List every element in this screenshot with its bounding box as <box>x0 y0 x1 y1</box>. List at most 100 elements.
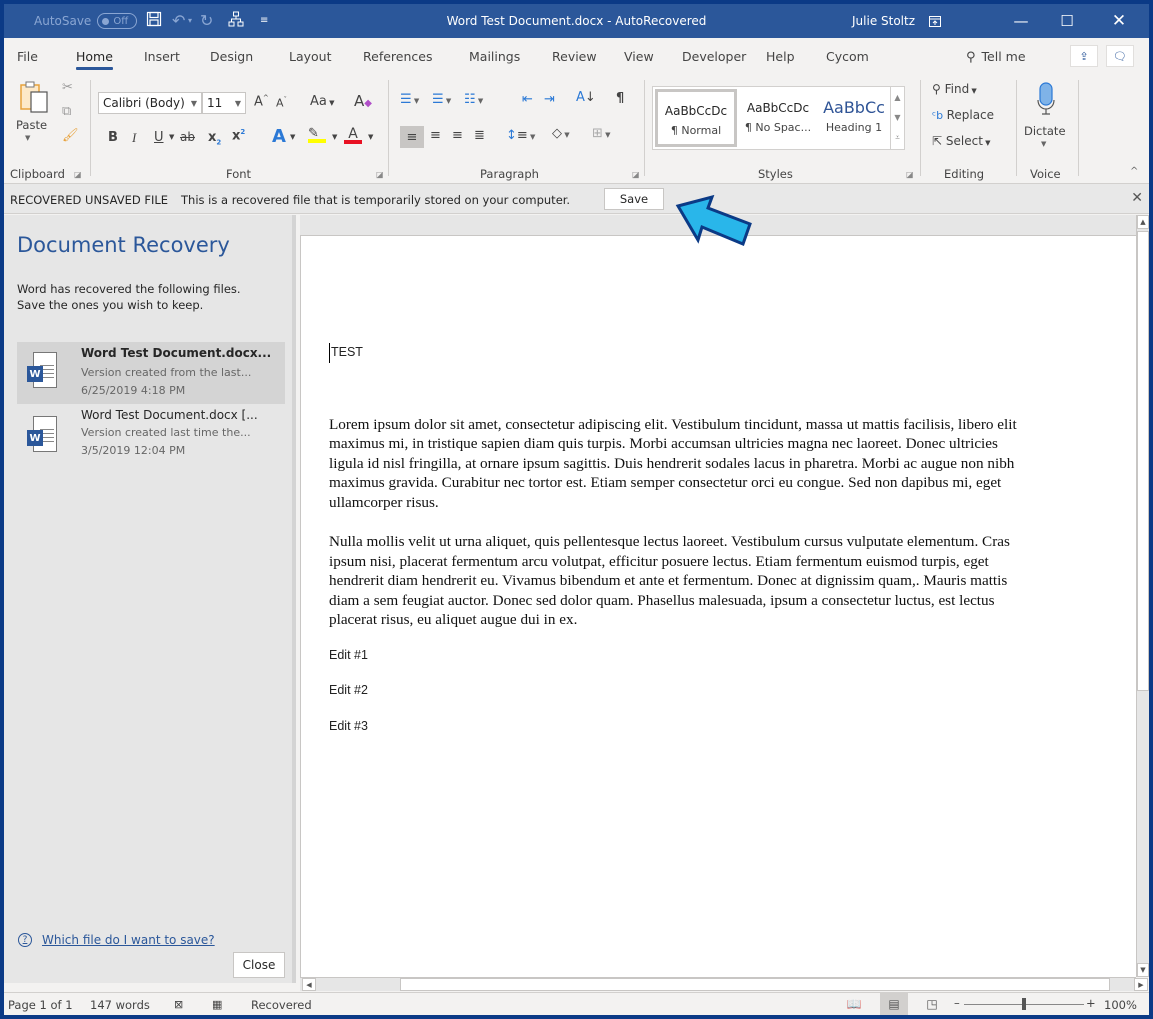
show-formatting-marks-icon[interactable]: ¶ <box>616 91 624 106</box>
clipboard-launcher-icon[interactable]: ◪ <box>74 170 82 179</box>
scroll-up-icon[interactable]: ▲ <box>1137 215 1149 229</box>
user-name[interactable]: Julie Stoltz <box>852 14 915 28</box>
undo-icon[interactable]: ↶ <box>172 11 185 30</box>
tab-review[interactable]: Review <box>552 49 597 64</box>
read-mode-icon[interactable]: 📖 <box>840 993 868 1015</box>
strikethrough-button[interactable]: ab <box>180 130 195 144</box>
find-button[interactable]: ⚲ Find ▼ <box>932 82 977 96</box>
select-button[interactable]: ⇱ Select ▼ <box>932 134 991 148</box>
font-launcher-icon[interactable]: ◪ <box>376 170 384 179</box>
numbering-icon[interactable]: ☰ ▼ <box>432 92 451 107</box>
paste-label[interactable]: Paste <box>16 118 47 132</box>
close-recovery-button[interactable]: Close <box>233 952 285 978</box>
horizontal-scrollbar[interactable]: ◀ ▶ <box>300 977 1148 991</box>
multilevel-list-icon[interactable]: ☷ ▼ <box>464 92 483 107</box>
style-no-spacing[interactable]: AaBbCcDc ¶ No Spac... <box>737 89 819 147</box>
vertical-scroll-thumb[interactable] <box>1137 231 1149 691</box>
shrink-font-icon[interactable]: Aˇ <box>276 96 287 110</box>
highlight-dropdown-icon[interactable]: ▼ <box>332 133 337 141</box>
word-count[interactable]: 147 words <box>90 998 150 1012</box>
paste-button[interactable] <box>18 80 52 118</box>
horizontal-scroll-thumb[interactable] <box>400 978 1110 991</box>
font-size-select[interactable]: 11 ▼ <box>202 92 246 114</box>
shading-icon[interactable]: ◇ ▼ <box>552 126 570 141</box>
tell-me-search[interactable]: ⚲ Tell me <box>966 49 1026 65</box>
recovered-file-item[interactable]: W Word Test Document.docx... Version cre… <box>17 342 285 404</box>
style-heading-1[interactable]: AaBbCc Heading 1 <box>819 89 889 147</box>
justify-button[interactable]: ≣ <box>474 128 485 143</box>
more-styles-icon[interactable]: ⩡ <box>895 133 900 143</box>
change-case-button[interactable]: Aa ▼ <box>310 94 334 109</box>
tab-help[interactable]: Help <box>766 49 795 64</box>
macro-recording-icon[interactable]: ▦ <box>212 998 222 1011</box>
copy-icon[interactable]: ⧉ <box>62 104 71 119</box>
dictate-label[interactable]: Dictate <box>1024 124 1066 138</box>
paragraph-launcher-icon[interactable]: ◪ <box>632 170 640 179</box>
replace-button[interactable]: ᶜb Replace <box>932 108 994 122</box>
recovered-file-item[interactable]: W Word Test Document.docx [... Version c… <box>17 406 285 468</box>
document-edit-line[interactable]: Edit #3 <box>329 717 1029 737</box>
font-name-select[interactable]: Calibri (Body) ▼ <box>98 92 202 114</box>
superscript-button[interactable]: x2 <box>232 128 245 143</box>
tab-view[interactable]: View <box>624 49 654 64</box>
document-heading[interactable]: TEST <box>329 343 1029 363</box>
zoom-level[interactable]: 100% <box>1104 998 1137 1012</box>
paste-dropdown-icon[interactable]: ▼ <box>25 134 30 142</box>
close-window-icon[interactable]: ✕ <box>1096 4 1142 38</box>
microphone-icon[interactable] <box>1036 82 1056 120</box>
collapse-ribbon-icon[interactable]: ^ <box>1130 166 1138 177</box>
dictate-dropdown-icon[interactable]: ▼ <box>1041 140 1046 148</box>
org-chart-icon[interactable] <box>228 11 244 31</box>
tab-cycom[interactable]: Cycom <box>826 49 869 64</box>
maximize-icon[interactable]: ☐ <box>1044 4 1090 38</box>
subscript-button[interactable]: x2 <box>208 130 221 147</box>
styles-gallery-scroll[interactable]: ▲ ▼ ⩡ <box>890 87 904 149</box>
underline-button[interactable]: U <box>154 130 164 145</box>
tab-layout[interactable]: Layout <box>289 49 332 64</box>
align-center-button[interactable]: ≡ <box>430 128 441 143</box>
tab-file[interactable]: File <box>17 49 38 64</box>
zoom-out-button[interactable]: – <box>954 996 960 1010</box>
autosave-toggle[interactable]: AutoSave Off <box>34 13 138 29</box>
format-painter-icon[interactable]: 🖌 <box>62 128 79 143</box>
tab-references[interactable]: References <box>363 49 432 64</box>
text-effects-icon[interactable]: A <box>272 126 286 147</box>
tab-mailings[interactable]: Mailings <box>469 49 520 64</box>
tab-design[interactable]: Design <box>210 49 253 64</box>
document-paragraph-1[interactable]: Lorem ipsum dolor sit amet, consectetur … <box>329 415 1029 513</box>
autosave-switch[interactable]: Off <box>97 13 138 29</box>
scroll-down-icon[interactable]: ▼ <box>894 113 900 122</box>
align-right-button[interactable]: ≡ <box>452 128 463 143</box>
comments-button[interactable]: 🗨 <box>1106 45 1134 67</box>
zoom-in-button[interactable]: + <box>1086 996 1096 1010</box>
tab-home[interactable]: Home <box>76 49 113 70</box>
web-layout-icon[interactable]: ◳ <box>918 993 946 1015</box>
sort-icon[interactable]: A↓ <box>576 90 596 105</box>
scroll-down-icon[interactable]: ▼ <box>1137 963 1149 977</box>
cut-icon[interactable]: ✂ <box>62 80 73 95</box>
grow-font-icon[interactable]: A^ <box>254 94 269 109</box>
minimize-icon[interactable]: — <box>998 4 1044 38</box>
document-edit-line[interactable]: Edit #2 <box>329 681 1029 701</box>
highlight-color-button[interactable]: ✎ <box>308 126 326 143</box>
save-button[interactable]: Save <box>604 188 664 210</box>
styles-launcher-icon[interactable]: ◪ <box>906 170 914 179</box>
proofing-icon[interactable]: ⊠ <box>174 998 183 1011</box>
close-message-bar-icon[interactable]: ✕ <box>1131 190 1143 206</box>
zoom-slider-thumb[interactable] <box>1022 998 1026 1010</box>
italic-button[interactable]: I <box>132 130 136 146</box>
customize-qat-icon[interactable]: ≡ <box>260 15 268 26</box>
redo-icon[interactable]: ↻ <box>200 11 213 30</box>
share-button[interactable]: ⇪ <box>1070 45 1098 67</box>
document-page[interactable]: TEST Lorem ipsum dolor sit amet, consect… <box>300 235 1136 977</box>
ribbon-display-options-icon[interactable] <box>912 4 958 38</box>
scroll-right-icon[interactable]: ▶ <box>1134 978 1148 991</box>
text-effects-dropdown-icon[interactable]: ▼ <box>290 133 295 141</box>
font-color-button[interactable]: A <box>344 126 362 144</box>
style-normal[interactable]: AaBbCcDc ¶ Normal <box>655 89 737 147</box>
bold-button[interactable]: B <box>108 130 118 145</box>
underline-dropdown-icon[interactable]: ▼ <box>169 133 174 141</box>
clear-formatting-icon[interactable]: A◆ <box>354 92 372 110</box>
align-left-button[interactable]: ≡ <box>400 126 424 148</box>
tab-insert[interactable]: Insert <box>144 49 180 64</box>
